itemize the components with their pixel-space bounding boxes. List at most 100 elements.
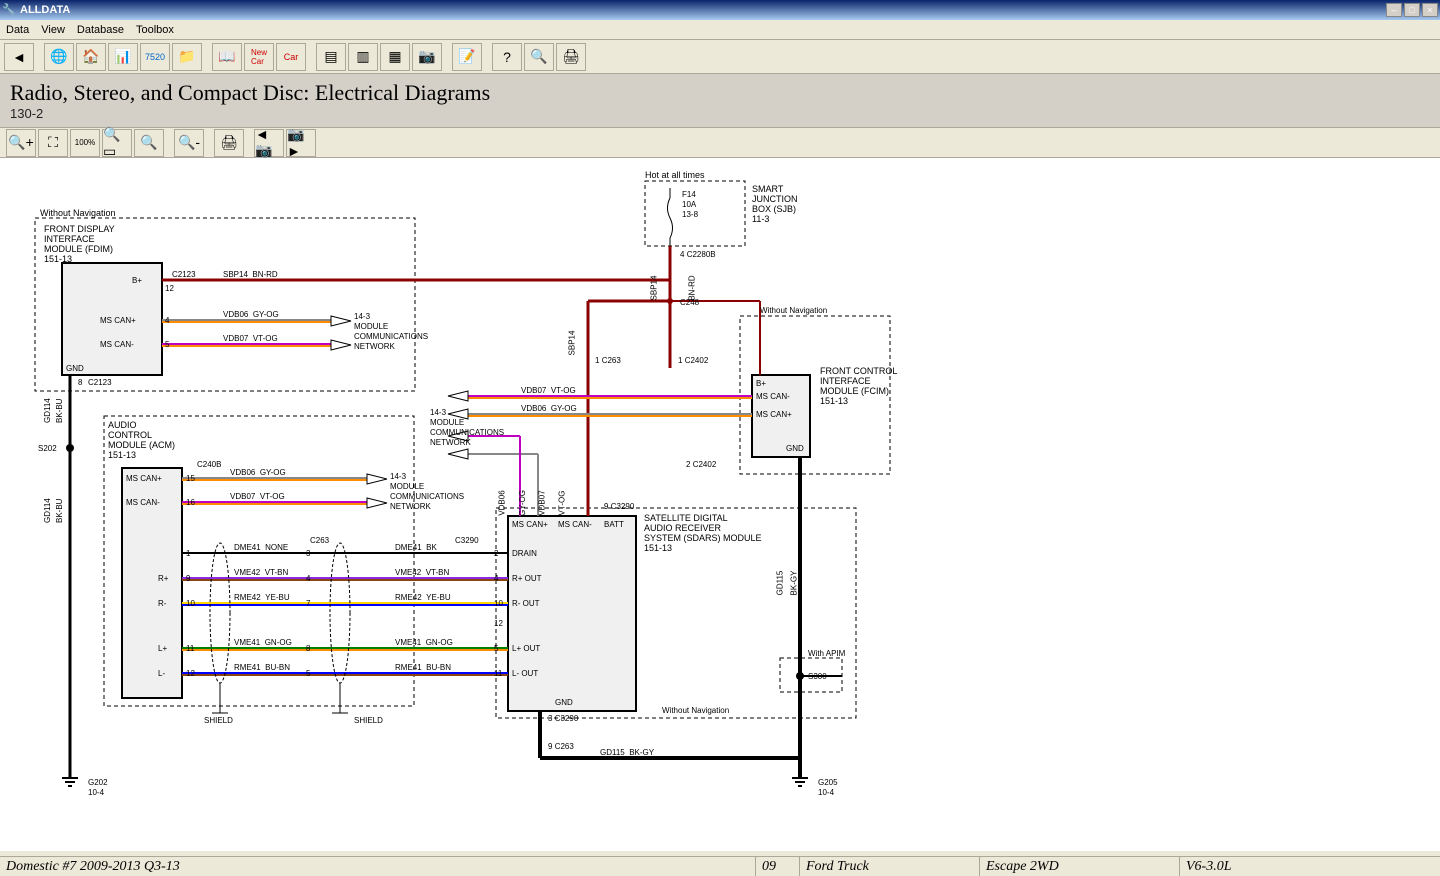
conn-c3290bot: 3 C3290 — [548, 714, 578, 724]
zoom-region-button[interactable]: 🔍▭ — [102, 129, 132, 157]
menu-view[interactable]: View — [41, 24, 65, 36]
wire-gd114d: BK-BU — [55, 499, 65, 523]
sdars-lpo: L+ OUT — [512, 644, 540, 654]
wire-rme41b: RME41 BU-BN — [395, 663, 451, 673]
fcim-cm: MS CAN- — [756, 392, 790, 402]
print-diagram-button[interactable]: 🖨 — [214, 129, 244, 157]
label-without-nav2: Without Navigation — [662, 706, 729, 716]
tool-camera-icon[interactable]: 📷 — [412, 43, 442, 71]
conn-c2123a: C2123 — [172, 270, 196, 280]
wire-rme42: RME42 YE-BU — [234, 593, 290, 603]
pins11: 11 — [494, 669, 502, 679]
zoom-out-button[interactable]: 🔍- — [174, 129, 204, 157]
pins5: 5 — [494, 644, 498, 654]
back-button[interactable]: ◄ — [4, 43, 34, 71]
statusbar: Domestic #7 2009-2013 Q3-13 09 Ford Truc… — [0, 856, 1440, 876]
tool-newcar-icon[interactable]: NewCar — [244, 43, 274, 71]
menu-data[interactable]: Data — [6, 24, 29, 36]
status-dataset: Domestic #7 2009-2013 Q3-13 — [0, 857, 756, 876]
pinm4: 4 — [306, 574, 310, 584]
tool-note-icon[interactable]: 📝 — [452, 43, 482, 71]
pins2: 2 — [494, 549, 498, 559]
tool-list1-icon[interactable]: ▤ — [316, 43, 346, 71]
pinac10: 10 — [186, 599, 195, 609]
menu-database[interactable]: Database — [77, 24, 124, 36]
tool-list3-icon[interactable]: ▦ — [380, 43, 410, 71]
wiring-diagram[interactable]: Without Navigation FRONT DISPLAYINTERFAC… — [0, 158, 1440, 851]
zoom-select-button[interactable]: 🔍 — [134, 129, 164, 157]
main-toolbar: ◄ 🌐 🏠 📊 7520 📁 📖 NewCar Car ▤ ▥ ▦ 📷 📝 ? … — [0, 40, 1440, 74]
splice-s202: S202 — [38, 444, 57, 454]
sdars-drain: DRAIN — [512, 549, 537, 559]
conn-c240b: C240B — [197, 460, 221, 470]
wire-vme42b: VME42 VT-BN — [395, 568, 449, 578]
conn-c2402b: 2 C2402 — [686, 460, 716, 470]
tool-home-icon[interactable]: 🏠 — [76, 43, 106, 71]
wire-vdb06d: VDB06 — [498, 490, 508, 515]
wire-gd114c: BK-BU — [55, 399, 65, 423]
zoom-in-button[interactable]: 🔍+ — [6, 129, 36, 157]
menu-toolbox[interactable]: Toolbox — [136, 24, 174, 36]
wire-rme42b: RME42 YE-BU — [395, 593, 451, 603]
pin-acm-cm: MS CAN- — [126, 498, 160, 508]
wire-vtog: VT-OG — [557, 491, 567, 516]
pin-8: 8 — [78, 378, 82, 388]
fcim-cp: MS CAN+ — [756, 410, 792, 420]
tool-help-icon[interactable]: ? — [492, 43, 522, 71]
sdars-rmo: R- OUT — [512, 599, 540, 609]
pin-fdim-bplus: B+ — [132, 276, 142, 286]
wire-sbp14v: SBP14 — [649, 276, 659, 301]
wire-gd114b: GD114 — [43, 498, 53, 523]
wire-vme41: VME41 GN-OG — [234, 638, 292, 648]
wire-vdb07b: VDB07 VT-OG — [230, 492, 285, 502]
pin-acm-rm: R- — [158, 599, 166, 609]
conn-c263t: 1 C263 — [595, 356, 621, 366]
tool-book-icon[interactable]: 📖 — [212, 43, 242, 71]
fcim-gnd: GND — [786, 444, 804, 454]
pinm7: 7 — [306, 599, 310, 609]
tool-globe-icon[interactable]: 🌐 — [44, 43, 74, 71]
wire-dme41: DME41 NONE — [234, 543, 288, 553]
zoom-fit-button[interactable]: ⛶ — [38, 129, 68, 157]
pin-acm-cp: MS CAN+ — [126, 474, 162, 484]
pinac9: 9 — [186, 574, 190, 584]
pin-5: 5 — [165, 340, 169, 350]
wire-vdb06: VDB06 GY-OG — [223, 310, 279, 320]
wire-gd115h: GD115 BK-GY — [600, 748, 654, 758]
sdars-gnd: GND — [555, 698, 573, 708]
tool-list2-icon[interactable]: ▥ — [348, 43, 378, 71]
status-year: 09 — [756, 857, 800, 876]
pin-12: 12 — [165, 284, 174, 294]
wire-sbp14: SBP14 BN-RD — [223, 270, 278, 280]
prev-diagram-button[interactable]: ◄📷 — [254, 129, 284, 157]
maximize-button[interactable]: □ — [1404, 3, 1420, 17]
pin-fdim-mscanm: MS CAN- — [100, 340, 134, 350]
pin-acm-rp: R+ — [158, 574, 168, 584]
tool-7520-icon[interactable]: 7520 — [140, 43, 170, 71]
status-engine: V6-3.0L — [1180, 857, 1440, 876]
label-hot: Hot at all times — [645, 170, 705, 180]
sdars-cp: MS CAN+ — [512, 520, 548, 530]
sdars-cm: MS CAN- — [558, 520, 592, 530]
tool-db-icon[interactable]: 📊 — [108, 43, 138, 71]
conn-c2123b: C2123 — [88, 378, 112, 388]
zoom-100-button[interactable]: 100% — [70, 129, 100, 157]
tool-print-icon[interactable]: 🖨 — [556, 43, 586, 71]
ground-g205: G20510-4 — [818, 778, 838, 798]
tool-car-icon[interactable]: Car — [276, 43, 306, 71]
pinm3: 3 — [306, 549, 310, 559]
pin-4: 4 — [165, 316, 169, 326]
next-diagram-button[interactable]: 📷► — [286, 129, 316, 157]
tool-search-icon[interactable]: 🔍 — [524, 43, 554, 71]
sdars-batt: BATT — [604, 520, 624, 530]
wire-vdb06b: VDB06 GY-OG — [230, 468, 286, 478]
close-button[interactable]: × — [1422, 3, 1438, 17]
minimize-button[interactable]: – — [1386, 3, 1402, 17]
wire-gd114a: GD114 — [43, 398, 53, 423]
sdars-lmo: L- OUT — [512, 669, 538, 679]
label-mcn3: 14-3MODULECOMMUNICATIONSNETWORK — [430, 408, 504, 448]
tool-folder-icon[interactable]: 📁 — [172, 43, 202, 71]
wire-vdb06c: VDB06 GY-OG — [521, 404, 577, 414]
label-without-nav: Without Navigation — [40, 208, 116, 218]
window-titlebar: 🔧 ALLDATA – □ × — [0, 0, 1440, 20]
